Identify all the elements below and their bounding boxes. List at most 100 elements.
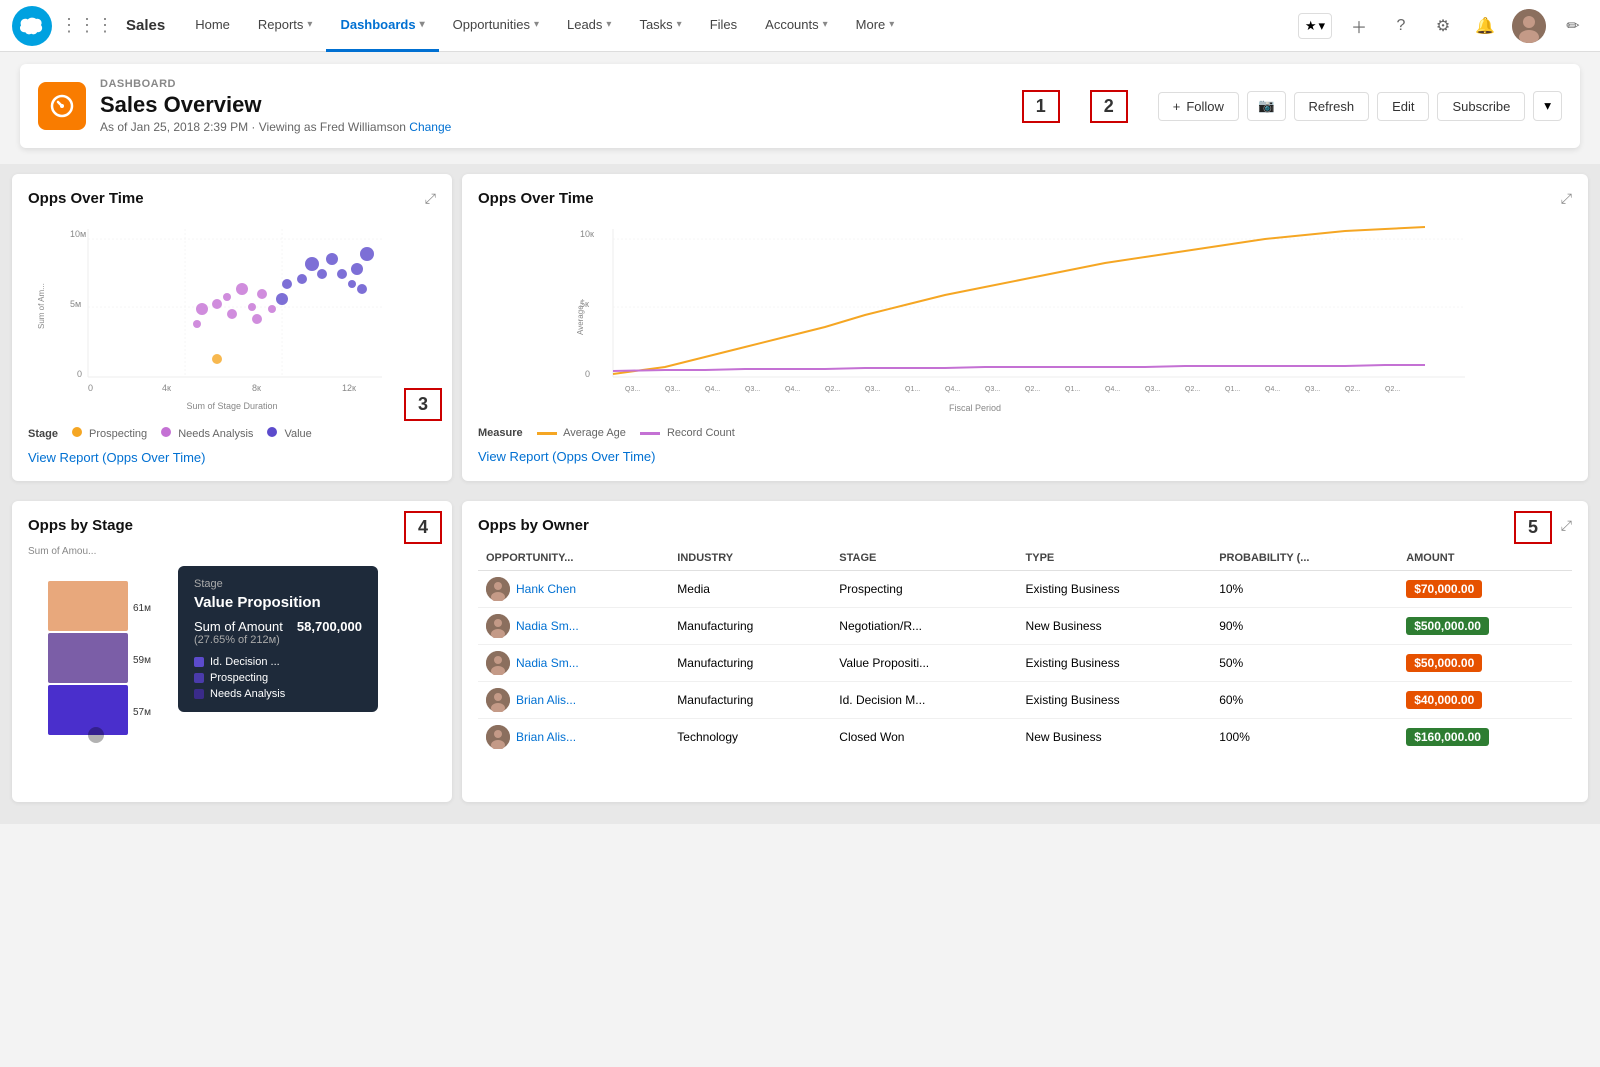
opp-stage-1: Negotiation/R... <box>831 608 1017 645</box>
edit-button[interactable]: Edit <box>1377 92 1429 121</box>
nav-item-opportunities[interactable]: Opportunities ▾ <box>439 0 553 52</box>
tooltip-leg-2: Prospecting <box>194 672 362 684</box>
owner-widget-title: Opps by Owner <box>478 517 1572 534</box>
more-caret: ▾ <box>889 19 894 30</box>
legend-measure-label: Measure <box>478 427 523 439</box>
stage-y-label: Sum of Amou... <box>28 546 168 557</box>
camera-button[interactable]: 📷 <box>1247 91 1286 121</box>
opp-industry-1: Manufacturing <box>669 608 831 645</box>
follow-label: Follow <box>1186 99 1224 114</box>
nav-label-files: Files <box>710 17 737 32</box>
line-chart-svg: 10к 5к 0 Average... Q3... Q3... Q4... Q3… <box>478 219 1572 419</box>
nav-label-tasks: Tasks <box>639 17 672 32</box>
nav-item-home[interactable]: Home <box>181 0 244 52</box>
dashboard-info: DASHBOARD Sales Overview As of Jan 25, 2… <box>100 78 1008 134</box>
expand-scatter-button[interactable]: ⤢ <box>425 190 436 207</box>
nav-label-opportunities: Opportunities <box>453 17 530 32</box>
svg-text:59м: 59м <box>133 655 151 666</box>
subscribe-dropdown-button[interactable]: ▾ <box>1533 91 1562 121</box>
follow-button[interactable]: + Follow <box>1158 92 1239 121</box>
nav-item-reports[interactable]: Reports ▾ <box>244 0 327 52</box>
svg-text:Q3...: Q3... <box>665 386 680 393</box>
scatter-legend: Stage Prospecting Needs Analysis Value <box>28 427 436 440</box>
nav-item-accounts[interactable]: Accounts ▾ <box>751 0 842 52</box>
opp-name-1[interactable]: Nadia Sm... <box>486 614 661 638</box>
nav-label-leads: Leads <box>567 17 602 32</box>
opp-name-2[interactable]: Nadia Sm... <box>486 651 661 675</box>
favorites-button[interactable]: ★ ▾ <box>1298 13 1332 39</box>
opp-type-1: New Business <box>1018 608 1212 645</box>
table-row: Brian Alis... TechnologyClosed WonNew Bu… <box>478 719 1572 756</box>
tooltip-amount-label: Sum of Amount 58,700,000 <box>194 619 362 634</box>
table-header: OPPORTUNITY... INDUSTRY STAGE TYPE PROBA… <box>478 546 1572 571</box>
stage-bar-svg: 61м 59м 57м <box>28 561 168 781</box>
svg-text:61м: 61м <box>133 603 151 614</box>
amount-badge-4: $160,000.00 <box>1406 728 1489 746</box>
scatter-chart-svg: 10м 5м 0 Sum of Am... 0 4к 8к 12к Sum of… <box>28 219 436 419</box>
refresh-button[interactable]: Refresh <box>1294 92 1370 121</box>
subscribe-button[interactable]: Subscribe <box>1437 92 1525 121</box>
expand-table-button[interactable]: ⤢ <box>1561 517 1572 534</box>
svg-text:57м: 57м <box>133 707 151 718</box>
reports-caret: ▾ <box>307 19 312 30</box>
table-body: Hank Chen MediaProspectingExisting Busin… <box>478 571 1572 756</box>
col-type: TYPE <box>1018 546 1212 571</box>
expand-line-button[interactable]: ⤢ <box>1561 190 1572 207</box>
opp-name-4[interactable]: Brian Alis... <box>486 725 661 749</box>
svg-text:Q4...: Q4... <box>785 386 800 393</box>
app-name: Sales <box>126 17 165 34</box>
svg-text:Sum of Am...: Sum of Am... <box>37 283 46 329</box>
nav-item-tasks[interactable]: Tasks ▾ <box>625 0 695 52</box>
col-probability: PROBABILITY (... <box>1211 546 1398 571</box>
opps-table: OPPORTUNITY... INDUSTRY STAGE TYPE PROBA… <box>478 546 1572 755</box>
plus-icon: + <box>1173 99 1181 114</box>
opp-avatar-0 <box>486 577 510 601</box>
nav-item-leads[interactable]: Leads ▾ <box>553 0 625 52</box>
opp-industry-0: Media <box>669 571 831 608</box>
dashboard-subtitle: As of Jan 25, 2018 2:39 PM · Viewing as … <box>100 120 1008 134</box>
svg-text:Q3...: Q3... <box>985 386 1000 393</box>
dashboards-caret: ▾ <box>420 19 425 30</box>
settings-button[interactable]: ⚙ <box>1428 11 1458 41</box>
stage-tooltip: Stage Value Proposition Sum of Amount 58… <box>178 566 378 712</box>
dashboard-actions: + Follow 📷 Refresh Edit Subscribe ▾ <box>1158 91 1562 121</box>
table-row: Brian Alis... ManufacturingId. Decision … <box>478 682 1572 719</box>
opp-name-3[interactable]: Brian Alis... <box>486 688 661 712</box>
dashboard-banner: DASHBOARD Sales Overview As of Jan 25, 2… <box>0 52 1600 164</box>
add-button[interactable]: ＋ <box>1344 11 1374 41</box>
widget-opps-owner: 5 ⤢ Opps by Owner OPPORTUNITY... INDUSTR… <box>462 501 1588 802</box>
annotation-4: 4 <box>404 511 442 544</box>
opp-stage-2: Value Propositi... <box>831 645 1017 682</box>
view-report-scatter[interactable]: View Report (Opps Over Time) <box>28 450 436 465</box>
opp-amount-3: $40,000.00 <box>1398 682 1572 719</box>
salesforce-logo[interactable] <box>12 6 52 46</box>
svg-text:Q2...: Q2... <box>1185 386 1200 393</box>
grid-icon[interactable]: ⋮⋮⋮ <box>60 15 114 36</box>
svg-text:0: 0 <box>77 369 82 379</box>
col-amount: AMOUNT <box>1398 546 1572 571</box>
opp-type-3: Existing Business <box>1018 682 1212 719</box>
opp-avatar-2 <box>486 651 510 675</box>
nav-item-files[interactable]: Files <box>696 0 751 52</box>
opp-avatar-3 <box>486 688 510 712</box>
main-content: ⤢ Opps Over Time 10м 5м 0 Sum of Am... 0… <box>0 164 1600 824</box>
favorites-caret-icon: ▾ <box>1318 18 1325 34</box>
opp-stage-4: Closed Won <box>831 719 1017 756</box>
nav-item-dashboards[interactable]: Dashboards ▾ <box>326 0 438 52</box>
avatar[interactable] <box>1512 9 1546 43</box>
notifications-button[interactable]: 🔔 <box>1470 11 1500 41</box>
annotation-3: 3 <box>404 388 442 421</box>
svg-text:10м: 10м <box>70 229 86 239</box>
change-link[interactable]: Change <box>409 120 451 134</box>
svg-text:Q4...: Q4... <box>1105 386 1120 393</box>
nav-item-more[interactable]: More ▾ <box>842 0 909 52</box>
star-icon: ★ <box>1305 18 1317 34</box>
svg-text:0: 0 <box>585 369 590 379</box>
opp-name-0[interactable]: Hank Chen <box>486 577 661 601</box>
svg-text:Q3...: Q3... <box>1305 386 1320 393</box>
view-report-line[interactable]: View Report (Opps Over Time) <box>478 449 1572 464</box>
edit-page-button[interactable]: ✏ <box>1558 11 1588 41</box>
help-button[interactable]: ? <box>1386 11 1416 41</box>
widgets-row-2: 4 Opps by Stage Sum of Amou... 61м 59м <box>12 491 1588 802</box>
opp-industry-2: Manufacturing <box>669 645 831 682</box>
